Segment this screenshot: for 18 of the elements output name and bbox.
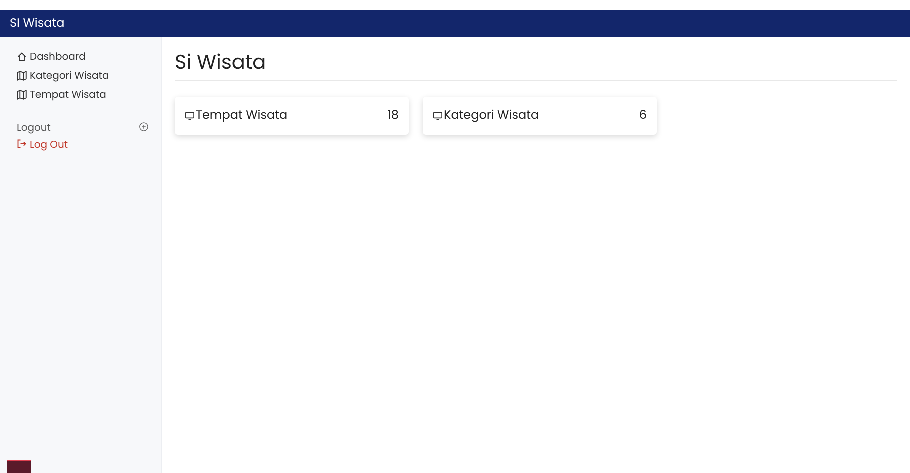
home-icon [17, 52, 27, 62]
card-label: Tempat Wisata [196, 107, 288, 125]
plus-circle-icon[interactable] [139, 122, 149, 132]
brand-title[interactable]: SI Wisata [10, 14, 65, 32]
sidebar-item[interactable]: Tempat Wisata [17, 85, 151, 104]
logout-link[interactable]: Log Out [17, 136, 151, 152]
card-count: 6 [639, 107, 647, 125]
map-icon [17, 90, 27, 100]
logout-icon [17, 139, 27, 149]
monitor-icon [433, 111, 443, 121]
sidebar-item[interactable]: Kategori Wisata [17, 66, 151, 85]
sidebar-item[interactable]: Dashboard [17, 47, 151, 66]
section-title: Logout [17, 120, 51, 134]
monitor-icon [185, 111, 195, 121]
map-icon [17, 70, 27, 80]
page-title: Si Wisata [175, 47, 268, 77]
card-label: Kategori Wisata [444, 107, 540, 125]
card-count: 18 [388, 107, 399, 125]
